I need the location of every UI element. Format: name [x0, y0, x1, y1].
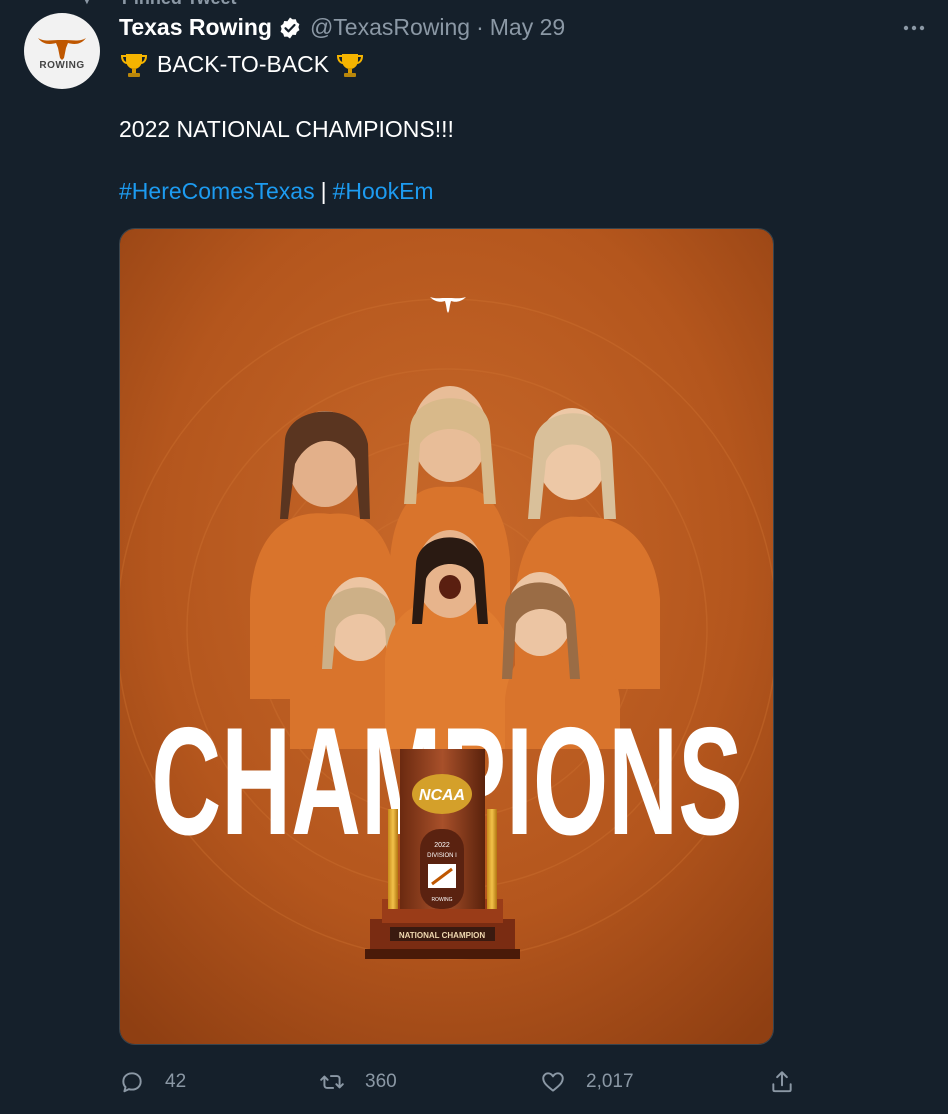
retweet-icon	[320, 1075, 344, 1089]
like-count: 2,017	[586, 1071, 634, 1092]
tweet-header: Texas Rowing @TexasRowing · May 29	[119, 14, 565, 41]
trophy-emoji-icon	[120, 53, 148, 77]
retweet-count: 360	[365, 1071, 397, 1092]
pin-icon: ▼	[80, 0, 94, 7]
tweet-date[interactable]: May 29	[490, 14, 565, 41]
pinned-label-text: Pinned Tweet	[122, 0, 237, 9]
trophy-emoji-icon	[337, 53, 364, 77]
heart-icon	[542, 1072, 564, 1092]
avatar-text: ROWING	[39, 59, 85, 71]
reply-button[interactable]: 42	[119, 1062, 186, 1102]
share-icon	[772, 1071, 792, 1093]
trophy-plate: NATIONAL CHAMPION	[399, 931, 486, 940]
retweet-button[interactable]: 360	[319, 1062, 397, 1102]
reply-count: 42	[165, 1071, 187, 1092]
hashtag-herecomestexas[interactable]: #HereComesTexas	[119, 177, 315, 206]
header-separator-dot: ·	[476, 14, 484, 40]
pinned-tweet-label: ▼ Pinned Tweet	[80, 0, 237, 9]
hashtag-separator: |	[320, 178, 327, 204]
user-handle[interactable]: @TexasRowing	[310, 14, 470, 41]
hashtag-hookem[interactable]: #HookEm	[333, 177, 434, 206]
display-name[interactable]: Texas Rowing	[119, 14, 272, 41]
trophy-division: DIVISION I	[427, 853, 457, 859]
longhorn-logo-icon	[38, 37, 86, 60]
share-button[interactable]	[769, 1062, 795, 1102]
like-button[interactable]: 2,017	[540, 1062, 634, 1102]
tweet-line-1: BACK-TO-BACK	[119, 50, 365, 79]
trophy-small-text: ROWING	[431, 897, 452, 903]
champions-graphic: CHAMPIONS NCAA 2022 DIVISION I ROWING NA…	[120, 229, 773, 1044]
tweet-media-image[interactable]: CHAMPIONS NCAA 2022 DIVISION I ROWING NA…	[119, 228, 774, 1045]
more-options-icon[interactable]	[900, 14, 928, 42]
trophy-year: 2022	[434, 842, 450, 849]
verified-badge-icon	[280, 17, 300, 38]
avatar[interactable]: ROWING	[24, 13, 100, 89]
tweet-actions: 42 360 2,017	[119, 1062, 819, 1102]
tweet-headline-text: BACK-TO-BACK	[157, 51, 330, 77]
athlete-figures	[250, 386, 660, 749]
tweet-line-2: 2022 NATIONAL CHAMPIONS!!!	[119, 116, 454, 142]
tweet-hashtags: #HereComesTexas | #HookEm	[119, 177, 434, 206]
reply-icon	[122, 1072, 142, 1093]
trophy-badge: NCAA	[419, 787, 465, 804]
